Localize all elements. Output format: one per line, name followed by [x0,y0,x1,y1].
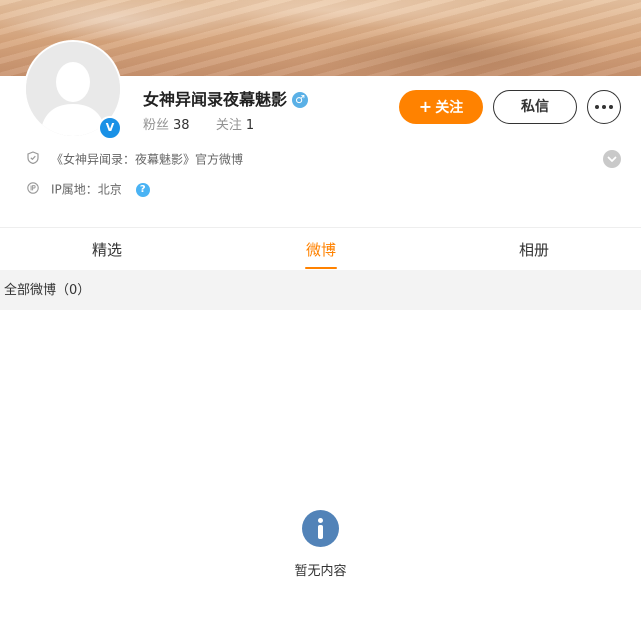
following-count: 1 [245,118,255,133]
tab-featured[interactable]: 精选 [0,240,214,260]
shield-icon [27,151,39,168]
ip-location-icon [27,181,39,198]
active-tab-indicator [305,267,337,269]
profile-stats: 粉丝 38 关注 1 [143,117,254,135]
empty-state-text: 暂无内容 [294,564,347,579]
feed-header-bar [0,270,641,310]
tab-album[interactable]: 相册 [427,240,641,260]
following-label: 关注 [215,118,242,133]
description-row: 《女神异闻录：夜幕魅影》官方微博 [27,151,243,168]
follow-label: 关注 [435,100,464,116]
info-icon [302,510,339,547]
tab-weibo[interactable]: 微博 [214,240,428,260]
chevron-down-icon[interactable] [603,150,621,168]
feed-header: 全部微博（0） [4,283,91,298]
help-icon[interactable]: ? [135,182,150,197]
verified-icon: V [98,116,122,140]
fans-count: 38 [173,118,190,133]
header-divider [0,227,641,228]
message-button[interactable]: 私信 [493,90,577,124]
message-label: 私信 [521,99,549,115]
profile-name: 女神异闻录夜幕魅影 [143,90,288,109]
more-button[interactable] [587,90,621,124]
following-link[interactable]: 关注 1 [216,118,254,133]
follow-button[interactable]: + 关注 [399,90,483,124]
fans-label: 粉丝 [143,118,170,133]
plus-icon: + [418,97,433,116]
ip-row: IP属地：北京? [27,181,150,198]
ip-location-text: IP属地：北京 [51,182,122,197]
male-icon: ♂ [292,92,308,108]
fans-link[interactable]: 粉丝 38 [143,118,194,133]
description-text: 《女神异闻录：夜幕魅影》官方微博 [51,152,244,167]
